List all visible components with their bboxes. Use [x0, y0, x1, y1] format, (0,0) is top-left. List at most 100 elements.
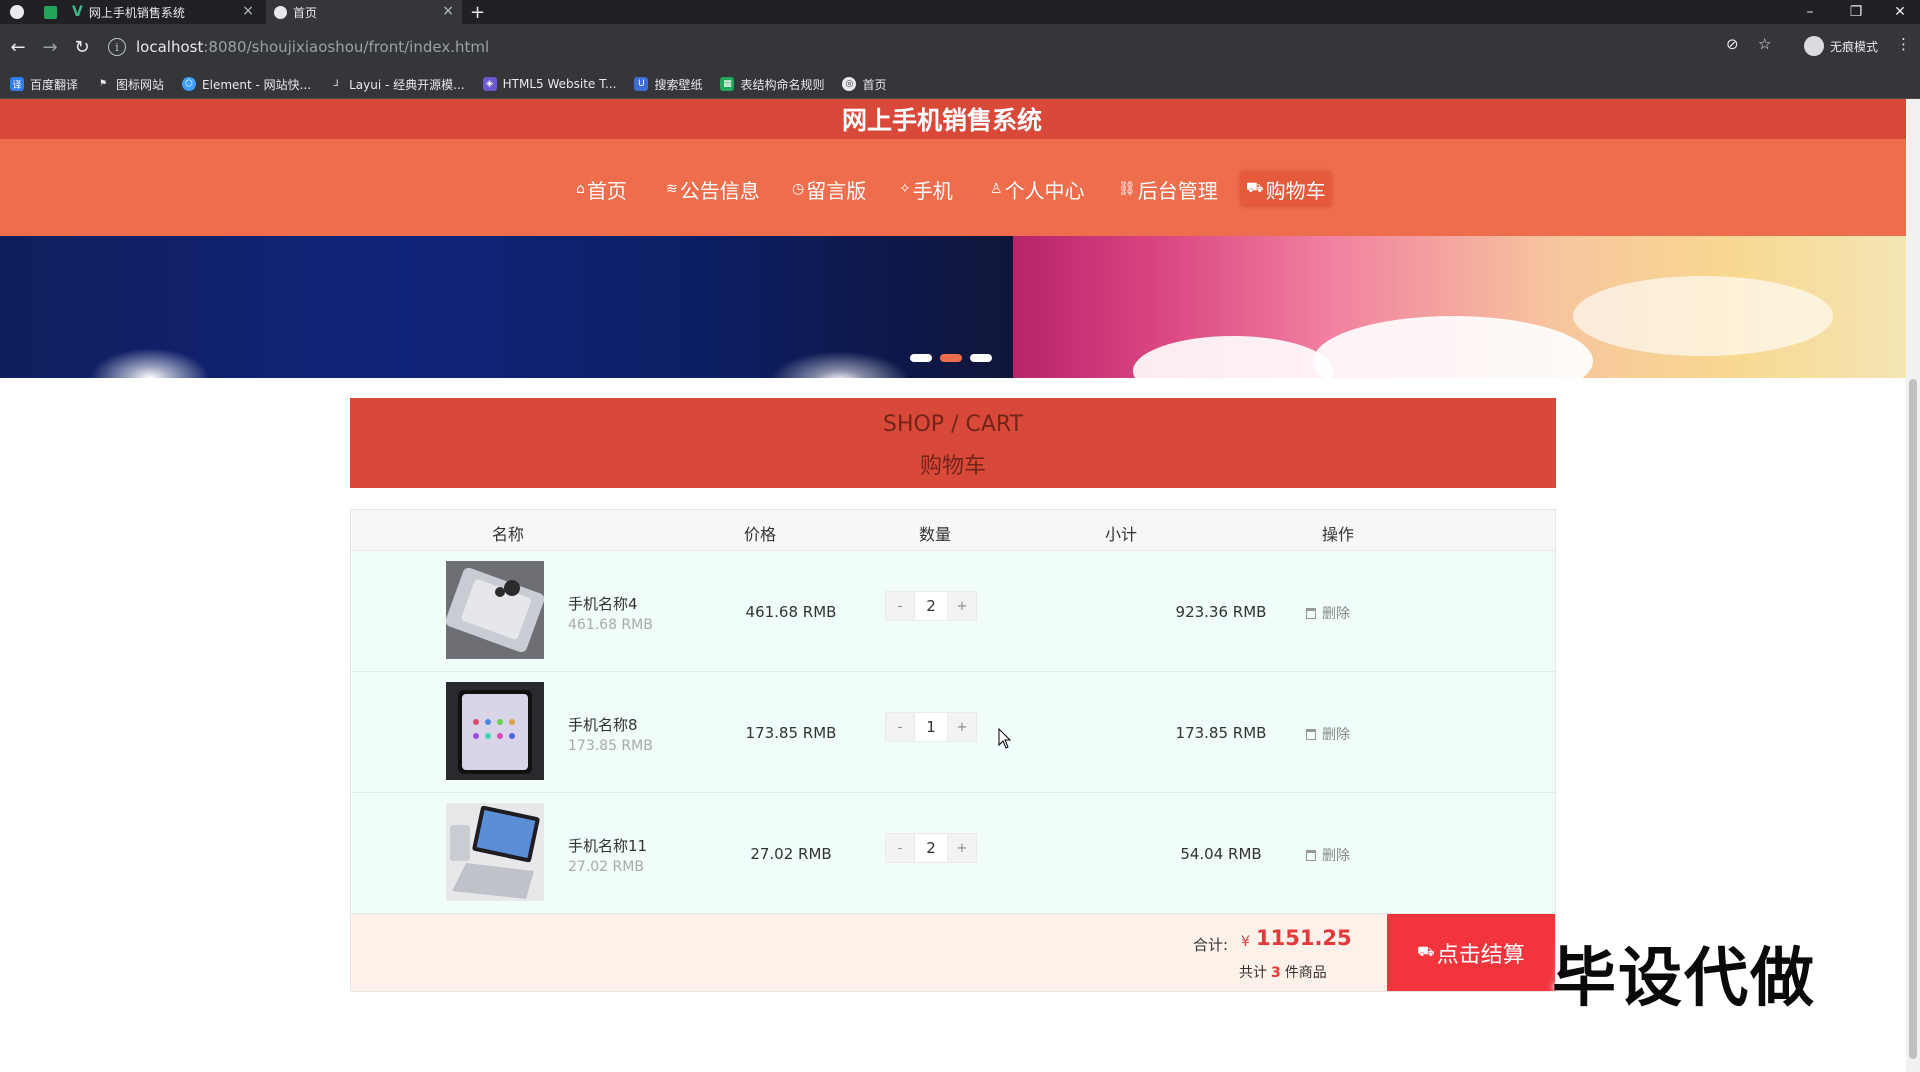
back-icon[interactable]: ←: [6, 35, 30, 59]
carousel-dot[interactable]: [940, 354, 962, 362]
nav-label: 公告信息: [679, 178, 760, 203]
globe-icon: [10, 5, 24, 19]
minimize-icon[interactable]: –: [1790, 0, 1830, 24]
product-name[interactable]: 手机名称4: [568, 593, 638, 614]
url-path: :8080/shoujixiaoshou/front/index.html: [203, 38, 490, 56]
subtotal-cell: 173.85 RMB: [1175, 724, 1267, 742]
count-prefix: 共计: [1239, 965, 1267, 981]
product-name[interactable]: 手机名称8: [568, 714, 638, 735]
eye-off-icon[interactable]: ⊘: [1726, 35, 1739, 53]
table-header: 名称 价格 数量 小计 操作: [351, 510, 1555, 551]
light-glow: [770, 351, 910, 378]
nav-label: 手机: [912, 178, 953, 203]
delete-button[interactable]: 删除: [1306, 845, 1350, 865]
subtotal-cell: 54.04 RMB: [1180, 845, 1262, 863]
quantity-stepper: - 2 +: [885, 833, 977, 863]
product-unit-price: 27.02 RMB: [568, 859, 644, 875]
page-scrollbar[interactable]: [1906, 99, 1920, 1072]
bookmark-item[interactable]: ⅃ Layui - 经典开源模...: [329, 76, 465, 93]
bookmark-item[interactable]: U 搜索壁纸: [634, 76, 702, 93]
wallpaper-icon: U: [634, 77, 649, 91]
tab-4[interactable]: 首页 ×: [266, 0, 462, 24]
product-unit-price: 461.68 RMB: [568, 617, 653, 633]
product-name[interactable]: 手机名称11: [568, 835, 647, 856]
bookmark-label: 首页: [862, 77, 887, 92]
column-header: 操作: [1322, 525, 1355, 544]
close-icon[interactable]: ×: [242, 3, 254, 19]
address-bar[interactable]: i localhost:8080/shoujixiaoshou/front/in…: [108, 32, 1728, 62]
nav-item-profile[interactable]: ♙ 个人中心: [984, 171, 1091, 207]
flag-icon: ⚑: [98, 79, 108, 89]
nav-item-message[interactable]: ◷ 留言版: [786, 171, 872, 207]
delete-label: 删除: [1322, 727, 1350, 743]
product-image[interactable]: [446, 803, 544, 901]
nav-label: 购物车: [1265, 178, 1326, 203]
mouse-cursor-icon: [998, 728, 1012, 749]
decrease-button[interactable]: -: [885, 712, 915, 742]
delete-label: 删除: [1322, 606, 1350, 622]
sheet-icon: ▦: [720, 77, 735, 91]
bookmark-item[interactable]: ⚑ 图标网站: [96, 76, 164, 93]
nav-item-admin[interactable]: ⛓ 后台管理: [1112, 171, 1224, 207]
increase-button[interactable]: +: [947, 712, 977, 742]
cart-table: 名称 价格 数量 小计 操作 手机名称4 461.68 RMB 461.68 R…: [350, 509, 1556, 992]
price-cell: 461.68 RMB: [745, 603, 837, 621]
scrollbar-thumb[interactable]: [1909, 379, 1917, 1059]
bookmark-item[interactable]: ◈ HTML5 Website T...: [482, 77, 616, 91]
carousel-dot[interactable]: [910, 354, 932, 362]
nav-item-cart[interactable]: ⛟ 购物车: [1240, 171, 1332, 207]
star-icon[interactable]: ☆: [1758, 35, 1771, 53]
delete-button[interactable]: 删除: [1306, 603, 1350, 623]
bookmark-label: 图标网站: [116, 77, 165, 92]
bookmark-label: 搜索壁纸: [654, 77, 703, 92]
cloud-shape: [1573, 276, 1833, 356]
item-count: 共计 3 件商品: [1239, 962, 1327, 982]
product-image[interactable]: [446, 682, 544, 780]
quantity-stepper: - 2 +: [885, 591, 977, 621]
quantity-input[interactable]: 1: [915, 712, 947, 742]
incognito-profile[interactable]: 无痕模式: [1803, 36, 1878, 56]
column-header: 小计: [1105, 525, 1138, 544]
html5-icon: ◈: [482, 77, 497, 91]
bookmark-item[interactable]: ▦ 表结构命名规则: [720, 76, 824, 93]
incognito-icon: [1803, 36, 1824, 56]
home-icon: ⌂: [576, 181, 585, 197]
price-cell: 27.02 RMB: [750, 845, 832, 863]
delete-label: 删除: [1322, 848, 1350, 864]
decrease-button[interactable]: -: [885, 833, 915, 863]
cloud-shape: [1133, 336, 1333, 378]
notice-icon: ≋: [666, 181, 678, 197]
cart-title-banner: SHOP / CART 购物车: [350, 398, 1556, 488]
nav-item-home[interactable]: ⌂ 首页: [570, 171, 633, 207]
bookmark-item[interactable]: 译百度翻译: [10, 76, 78, 93]
checkout-button[interactable]: ⛟ 点击结算: [1387, 914, 1555, 991]
close-icon[interactable]: ×: [442, 3, 454, 19]
reload-icon[interactable]: ↻: [70, 35, 94, 59]
bookmark-item[interactable]: ⬡ Element - 网站快...: [182, 76, 311, 93]
total-amount: 1151.25: [1256, 926, 1352, 950]
info-icon[interactable]: i: [108, 38, 126, 56]
increase-button[interactable]: +: [947, 833, 977, 863]
new-tab-button[interactable]: +: [470, 0, 494, 24]
tab-2[interactable]: [44, 0, 64, 24]
product-image[interactable]: [446, 561, 544, 659]
nav-item-notice[interactable]: ≋ 公告信息: [660, 171, 766, 207]
decrease-button[interactable]: -: [885, 591, 915, 621]
tab-1[interactable]: [10, 0, 34, 24]
bookmark-item[interactable]: ◎ 首页: [842, 76, 887, 93]
close-window-icon[interactable]: ✕: [1880, 0, 1920, 24]
delete-button[interactable]: 删除: [1306, 724, 1350, 744]
banner-slide-image: [0, 236, 1013, 378]
quantity-input[interactable]: 2: [915, 591, 947, 621]
tab-3[interactable]: V 网上手机销售系统 ×: [72, 0, 262, 24]
restore-icon[interactable]: ❐: [1836, 0, 1876, 24]
quantity-input[interactable]: 2: [915, 833, 947, 863]
light-glow: [90, 348, 210, 378]
bookmark-label: Layui - 经典开源模...: [349, 77, 465, 92]
menu-icon[interactable]: ⋮: [1896, 35, 1911, 53]
increase-button[interactable]: +: [947, 591, 977, 621]
forward-icon[interactable]: →: [38, 35, 62, 59]
nav-item-phone[interactable]: ✧ 手机: [893, 171, 959, 207]
banner-carousel[interactable]: [0, 236, 1906, 378]
carousel-dot[interactable]: [970, 354, 992, 362]
